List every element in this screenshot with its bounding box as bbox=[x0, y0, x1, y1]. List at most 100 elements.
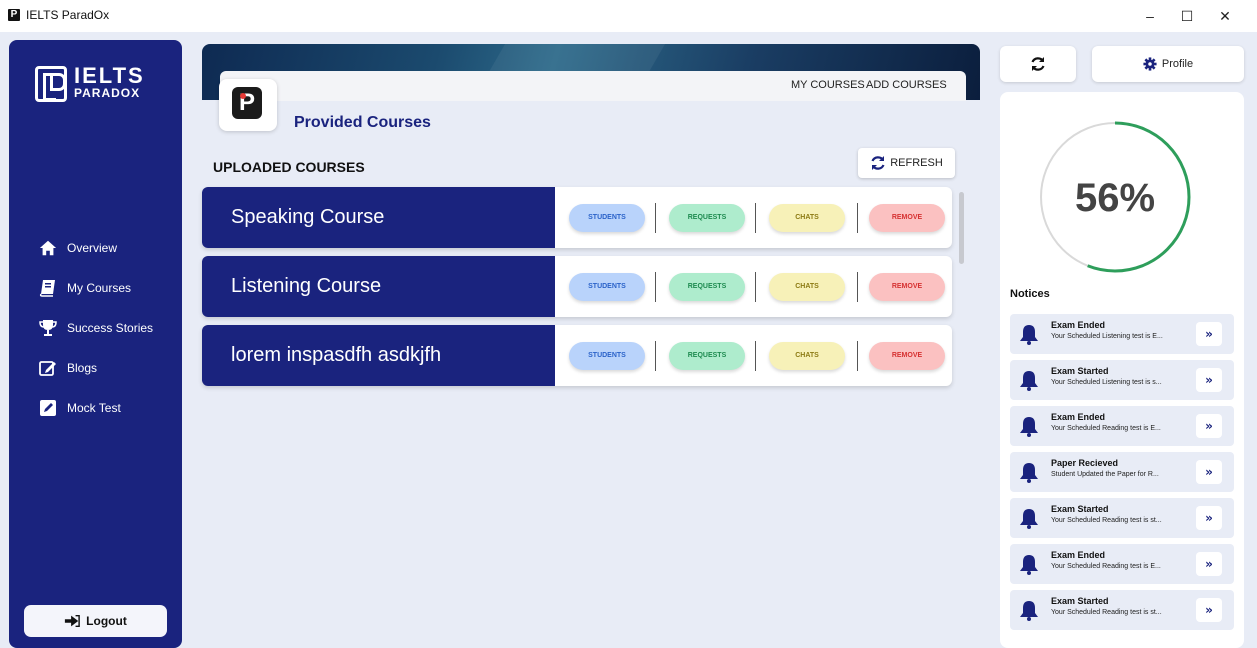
notice-open-button[interactable]: » bbox=[1196, 598, 1222, 622]
remove-button[interactable]: REMOVE bbox=[869, 342, 945, 370]
app-icon: P bbox=[8, 9, 20, 21]
notice-text: Your Scheduled Reading test is E... bbox=[1051, 563, 1161, 570]
notice-item: Exam Ended Your Scheduled Reading test is… bbox=[1010, 544, 1234, 584]
bell-icon bbox=[1020, 371, 1038, 391]
notice-open-button[interactable]: » bbox=[1196, 414, 1222, 438]
requests-button[interactable]: REQUESTS bbox=[669, 342, 745, 370]
notice-title: Exam Started bbox=[1051, 596, 1109, 606]
notice-item: Exam Started Your Scheduled Reading test … bbox=[1010, 498, 1234, 538]
notice-item: Exam Started Your Scheduled Reading test … bbox=[1010, 590, 1234, 630]
sidebar-nav: Overview My Courses Success Stories Blog… bbox=[39, 228, 169, 428]
course-name: Listening Course bbox=[202, 256, 555, 317]
divider bbox=[655, 341, 656, 371]
students-button[interactable]: STUDENTS bbox=[569, 342, 645, 370]
notice-open-button[interactable]: » bbox=[1196, 552, 1222, 576]
notice-title: Exam Started bbox=[1051, 504, 1109, 514]
pencil-icon bbox=[40, 400, 56, 416]
divider bbox=[857, 203, 858, 233]
sidebar-item-blogs[interactable]: Blogs bbox=[39, 348, 169, 388]
book-icon bbox=[39, 280, 55, 297]
notice-title: Exam Started bbox=[1051, 366, 1109, 376]
remove-button[interactable]: REMOVE bbox=[869, 273, 945, 301]
notice-open-button[interactable]: » bbox=[1196, 368, 1222, 392]
notice-text: Your Scheduled Reading test is st... bbox=[1051, 517, 1162, 524]
close-button[interactable]: ✕ bbox=[1207, 4, 1243, 28]
divider bbox=[755, 341, 756, 371]
logo-text: IELTS bbox=[74, 63, 145, 88]
requests-button[interactable]: REQUESTS bbox=[669, 273, 745, 301]
sidebar-item-label: Success Stories bbox=[67, 321, 154, 335]
chats-button[interactable]: CHATS bbox=[769, 273, 845, 301]
profile-button[interactable]: Profile bbox=[1092, 46, 1244, 82]
home-icon bbox=[39, 240, 57, 256]
course-row: Speaking Course STUDENTS REQUESTS CHATS … bbox=[202, 187, 952, 248]
chats-button[interactable]: CHATS bbox=[769, 342, 845, 370]
chats-button[interactable]: CHATS bbox=[769, 204, 845, 232]
sidebar-item-overview[interactable]: Overview bbox=[39, 228, 169, 268]
course-list-scrollbar[interactable] bbox=[959, 192, 965, 642]
notice-open-button[interactable]: » bbox=[1196, 322, 1222, 346]
refresh-label: REFRESH bbox=[890, 157, 943, 169]
notice-title: Exam Ended bbox=[1051, 550, 1106, 560]
gear-icon bbox=[1143, 57, 1157, 71]
notice-item: Exam Ended Your Scheduled Listening test … bbox=[1010, 314, 1234, 354]
remove-button[interactable]: REMOVE bbox=[869, 204, 945, 232]
page-logo-mark: P bbox=[232, 87, 262, 119]
course-name: lorem inspasdfh asdkjfh bbox=[202, 325, 555, 386]
refresh-icon bbox=[1031, 57, 1045, 71]
students-button[interactable]: STUDENTS bbox=[569, 273, 645, 301]
bell-icon bbox=[1020, 417, 1038, 437]
notice-text: Your Scheduled Reading test is E... bbox=[1051, 425, 1161, 432]
window-title: IELTS ParadOx bbox=[26, 8, 110, 22]
tab-my-courses[interactable]: MY COURSES bbox=[791, 79, 865, 91]
bell-icon bbox=[1020, 509, 1038, 529]
notice-open-button[interactable]: » bbox=[1196, 506, 1222, 530]
sidebar-item-my-courses[interactable]: My Courses bbox=[39, 268, 169, 308]
sidebar-item-success-stories[interactable]: Success Stories bbox=[39, 308, 169, 348]
refresh-icon bbox=[871, 156, 885, 170]
notice-title: Exam Ended bbox=[1051, 412, 1106, 422]
notice-text: Your Scheduled Listening test is s... bbox=[1051, 379, 1162, 386]
divider bbox=[857, 341, 858, 371]
logout-button[interactable]: Logout bbox=[24, 605, 167, 637]
sidebar-item-mock-test[interactable]: Mock Test bbox=[39, 388, 169, 428]
logout-label: Logout bbox=[86, 614, 127, 628]
notice-title: Paper Recieved bbox=[1051, 458, 1119, 468]
minimize-button[interactable]: – bbox=[1132, 4, 1168, 28]
reload-button[interactable] bbox=[1000, 46, 1076, 82]
refresh-button[interactable]: REFRESH bbox=[858, 148, 955, 178]
course-name: Speaking Course bbox=[202, 187, 555, 248]
sidebar-item-label: Overview bbox=[67, 241, 118, 255]
logo-subtext: PARADOX bbox=[74, 86, 141, 100]
title-bar: P IELTS ParadOx – ☐ ✕ bbox=[0, 0, 1257, 32]
section-title: UPLOADED COURSES bbox=[213, 159, 365, 175]
notice-open-button[interactable]: » bbox=[1196, 460, 1222, 484]
notice-text: Your Scheduled Reading test is st... bbox=[1051, 609, 1162, 616]
sidebar-item-label: My Courses bbox=[67, 281, 132, 295]
page-logo: P bbox=[219, 79, 277, 131]
notice-text: Student Updated the Paper for R... bbox=[1051, 471, 1159, 478]
course-list: Speaking Course STUDENTS REQUESTS CHATS … bbox=[202, 187, 952, 394]
brand-logo: IELTS PARADOX bbox=[35, 64, 155, 106]
requests-button[interactable]: REQUESTS bbox=[669, 204, 745, 232]
bell-icon bbox=[1020, 325, 1038, 345]
notices-title: Notices bbox=[1010, 288, 1050, 300]
course-actions: STUDENTS REQUESTS CHATS REMOVE bbox=[555, 187, 952, 248]
notice-title: Exam Ended bbox=[1051, 320, 1106, 330]
tab-add-courses[interactable]: ADD COURSES bbox=[866, 79, 947, 91]
maximize-button[interactable]: ☐ bbox=[1169, 4, 1205, 28]
students-button[interactable]: STUDENTS bbox=[569, 204, 645, 232]
tabs-bar: MY COURSES ADD COURSES bbox=[220, 71, 966, 101]
bell-icon bbox=[1020, 601, 1038, 621]
course-actions: STUDENTS REQUESTS CHATS REMOVE bbox=[555, 325, 952, 386]
bell-icon bbox=[1020, 463, 1038, 483]
course-row: Listening Course STUDENTS REQUESTS CHATS… bbox=[202, 256, 952, 317]
divider bbox=[755, 272, 756, 302]
course-actions: STUDENTS REQUESTS CHATS REMOVE bbox=[555, 256, 952, 317]
profile-label: Profile bbox=[1161, 58, 1194, 70]
logo-mark bbox=[35, 66, 67, 102]
notice-text: Your Scheduled Listening test is E... bbox=[1051, 333, 1163, 340]
progress-percentage: 56% bbox=[1074, 176, 1156, 220]
sidebar: IELTS PARADOX Overview My Courses Succes… bbox=[9, 40, 182, 648]
scrollbar-thumb[interactable] bbox=[959, 192, 964, 264]
